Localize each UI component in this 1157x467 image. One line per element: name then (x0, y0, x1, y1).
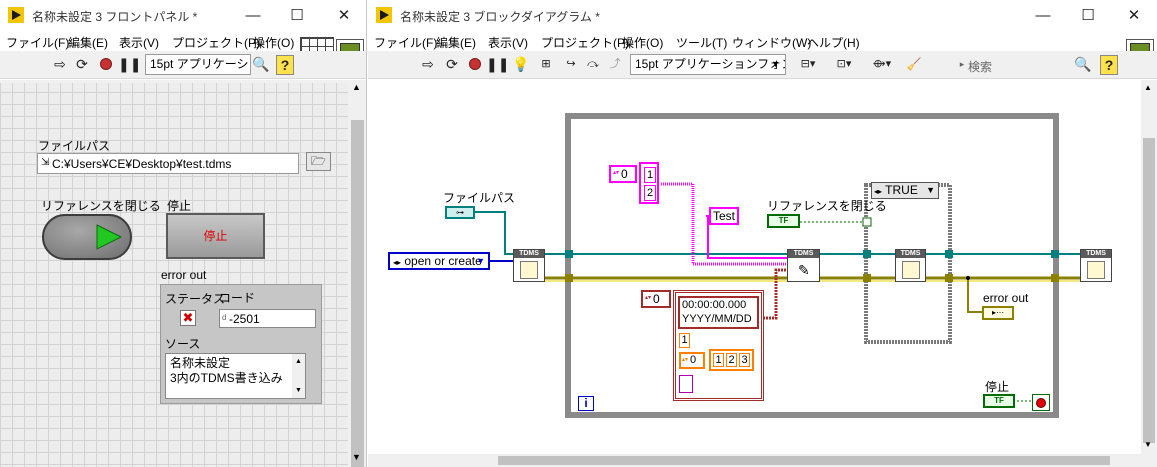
stop-terminal[interactable]: TF (983, 394, 1015, 408)
pause-icon[interactable]: ❚❚ (118, 55, 141, 73)
tdms-open-node[interactable]: TDMS (513, 249, 545, 282)
code-field: d -2501 (219, 309, 316, 328)
fp-vertical-scrollbar[interactable]: ▲ ▼ (348, 80, 366, 467)
stop-label: 停止 (167, 199, 192, 213)
abort-icon[interactable] (96, 55, 116, 74)
file-path-terminal[interactable]: ⊶ (445, 206, 475, 219)
cluster-array-constant[interactable]: ▴▾ 0 00:00:00.000 YYYY/MM/DD 1 ▴▾ 0 1 2 … (641, 290, 764, 401)
pencil-icon: ✎ (798, 262, 810, 278)
open-mode-enum[interactable]: ◂▸ open or create ▼ (388, 252, 490, 270)
front-panel-window: 名称未設定 3 フロントパネル * — ☐ ✕ ファイル(F) 編集(E) 表示… (0, 0, 367, 467)
path-symbol-icon: ⇲ (41, 157, 50, 168)
error-out-terminal[interactable]: ▸⋯ (982, 306, 1014, 320)
loop-condition-terminal[interactable] (1032, 394, 1050, 411)
run-continuously-icon[interactable]: ⟳ (72, 55, 92, 73)
search-icon[interactable]: 🔍 (251, 55, 271, 73)
labview-run-icon (8, 7, 24, 23)
error-out-terminal-label: error out (983, 291, 1029, 305)
file-path-input[interactable]: ⇲ C:¥Users¥CE¥Desktop¥test.tdms (37, 153, 299, 174)
status-indicator: ✖ (180, 310, 196, 326)
error-out-cluster: ステータス コード ✖ d -2501 ソース 名称未設定 3内のTDMS書き込… (160, 284, 322, 404)
iteration-terminal: i (578, 396, 594, 411)
error-out-label: error out (161, 268, 207, 282)
close-ref-label: リファレンスを閉じる (41, 199, 161, 213)
menu-project[interactable]: プロジェクト(P) (172, 34, 260, 51)
help-icon[interactable]: ? (276, 55, 294, 75)
block-diagram-window: 名称未設定 3 ブロックダイアグラム * — ☐ ✕ ファイル(F) 編集(E)… (368, 0, 1157, 467)
window-title: 名称未設定 3 フロントパネル * (32, 10, 198, 24)
close-button[interactable]: ✕ (321, 0, 366, 31)
menu-file[interactable]: ファイル(F) (6, 34, 69, 51)
run-arrow-icon[interactable]: ⇨ (50, 55, 70, 73)
source-label: ソース (165, 337, 201, 351)
tdms-close-node[interactable]: TDMS (895, 249, 926, 282)
source-scrollbar[interactable]: ▲ ▼ (292, 354, 305, 398)
case-selector[interactable]: ◂▸ TRUE ▼ (871, 182, 939, 199)
maximize-button[interactable]: ☐ (274, 0, 320, 31)
file-path-label: ファイルパス (38, 139, 111, 153)
minimize-button[interactable]: — (230, 0, 276, 31)
tdms-close-node-outer[interactable]: TDMS (1080, 249, 1112, 282)
string-array-constant[interactable]: ▴▾ 0 1 2 (609, 162, 663, 204)
source-textbox: 名称未設定 3内のTDMS書き込み ▲ ▼ (165, 353, 306, 399)
front-panel-titlebar[interactable]: 名称未設定 3 フロントパネル * — ☐ ✕ (0, 0, 366, 31)
menu-operate[interactable]: 操作(O) (253, 34, 294, 51)
file-path-terminal-label: ファイルパス (443, 191, 516, 205)
close-ref-toggle[interactable] (42, 214, 132, 260)
test-string-constant[interactable]: Test (709, 207, 739, 225)
close-ref-terminal-label: リファレンスを閉じる (767, 199, 887, 213)
front-panel-toolbar: ⇨ ⟳ ❚❚ 15pt アプリケーショ 🔍 ? (0, 51, 366, 79)
status-label: ステータス (165, 292, 226, 306)
green-arrow-icon (96, 224, 123, 250)
menu-view[interactable]: 表示(V) (119, 34, 159, 51)
stop-button[interactable]: 停止 (166, 213, 265, 259)
menu-edit[interactable]: 編集(E) (68, 34, 108, 51)
code-label: コード (219, 291, 256, 305)
font-selector[interactable]: 15pt アプリケーショ (145, 54, 251, 75)
stop-terminal-label: 停止 (985, 380, 1010, 394)
tdms-write-node[interactable]: TDMS ✎ (787, 249, 820, 282)
close-ref-terminal[interactable]: TF (767, 214, 800, 228)
browse-folder-button[interactable]: 🗁 (306, 152, 331, 171)
